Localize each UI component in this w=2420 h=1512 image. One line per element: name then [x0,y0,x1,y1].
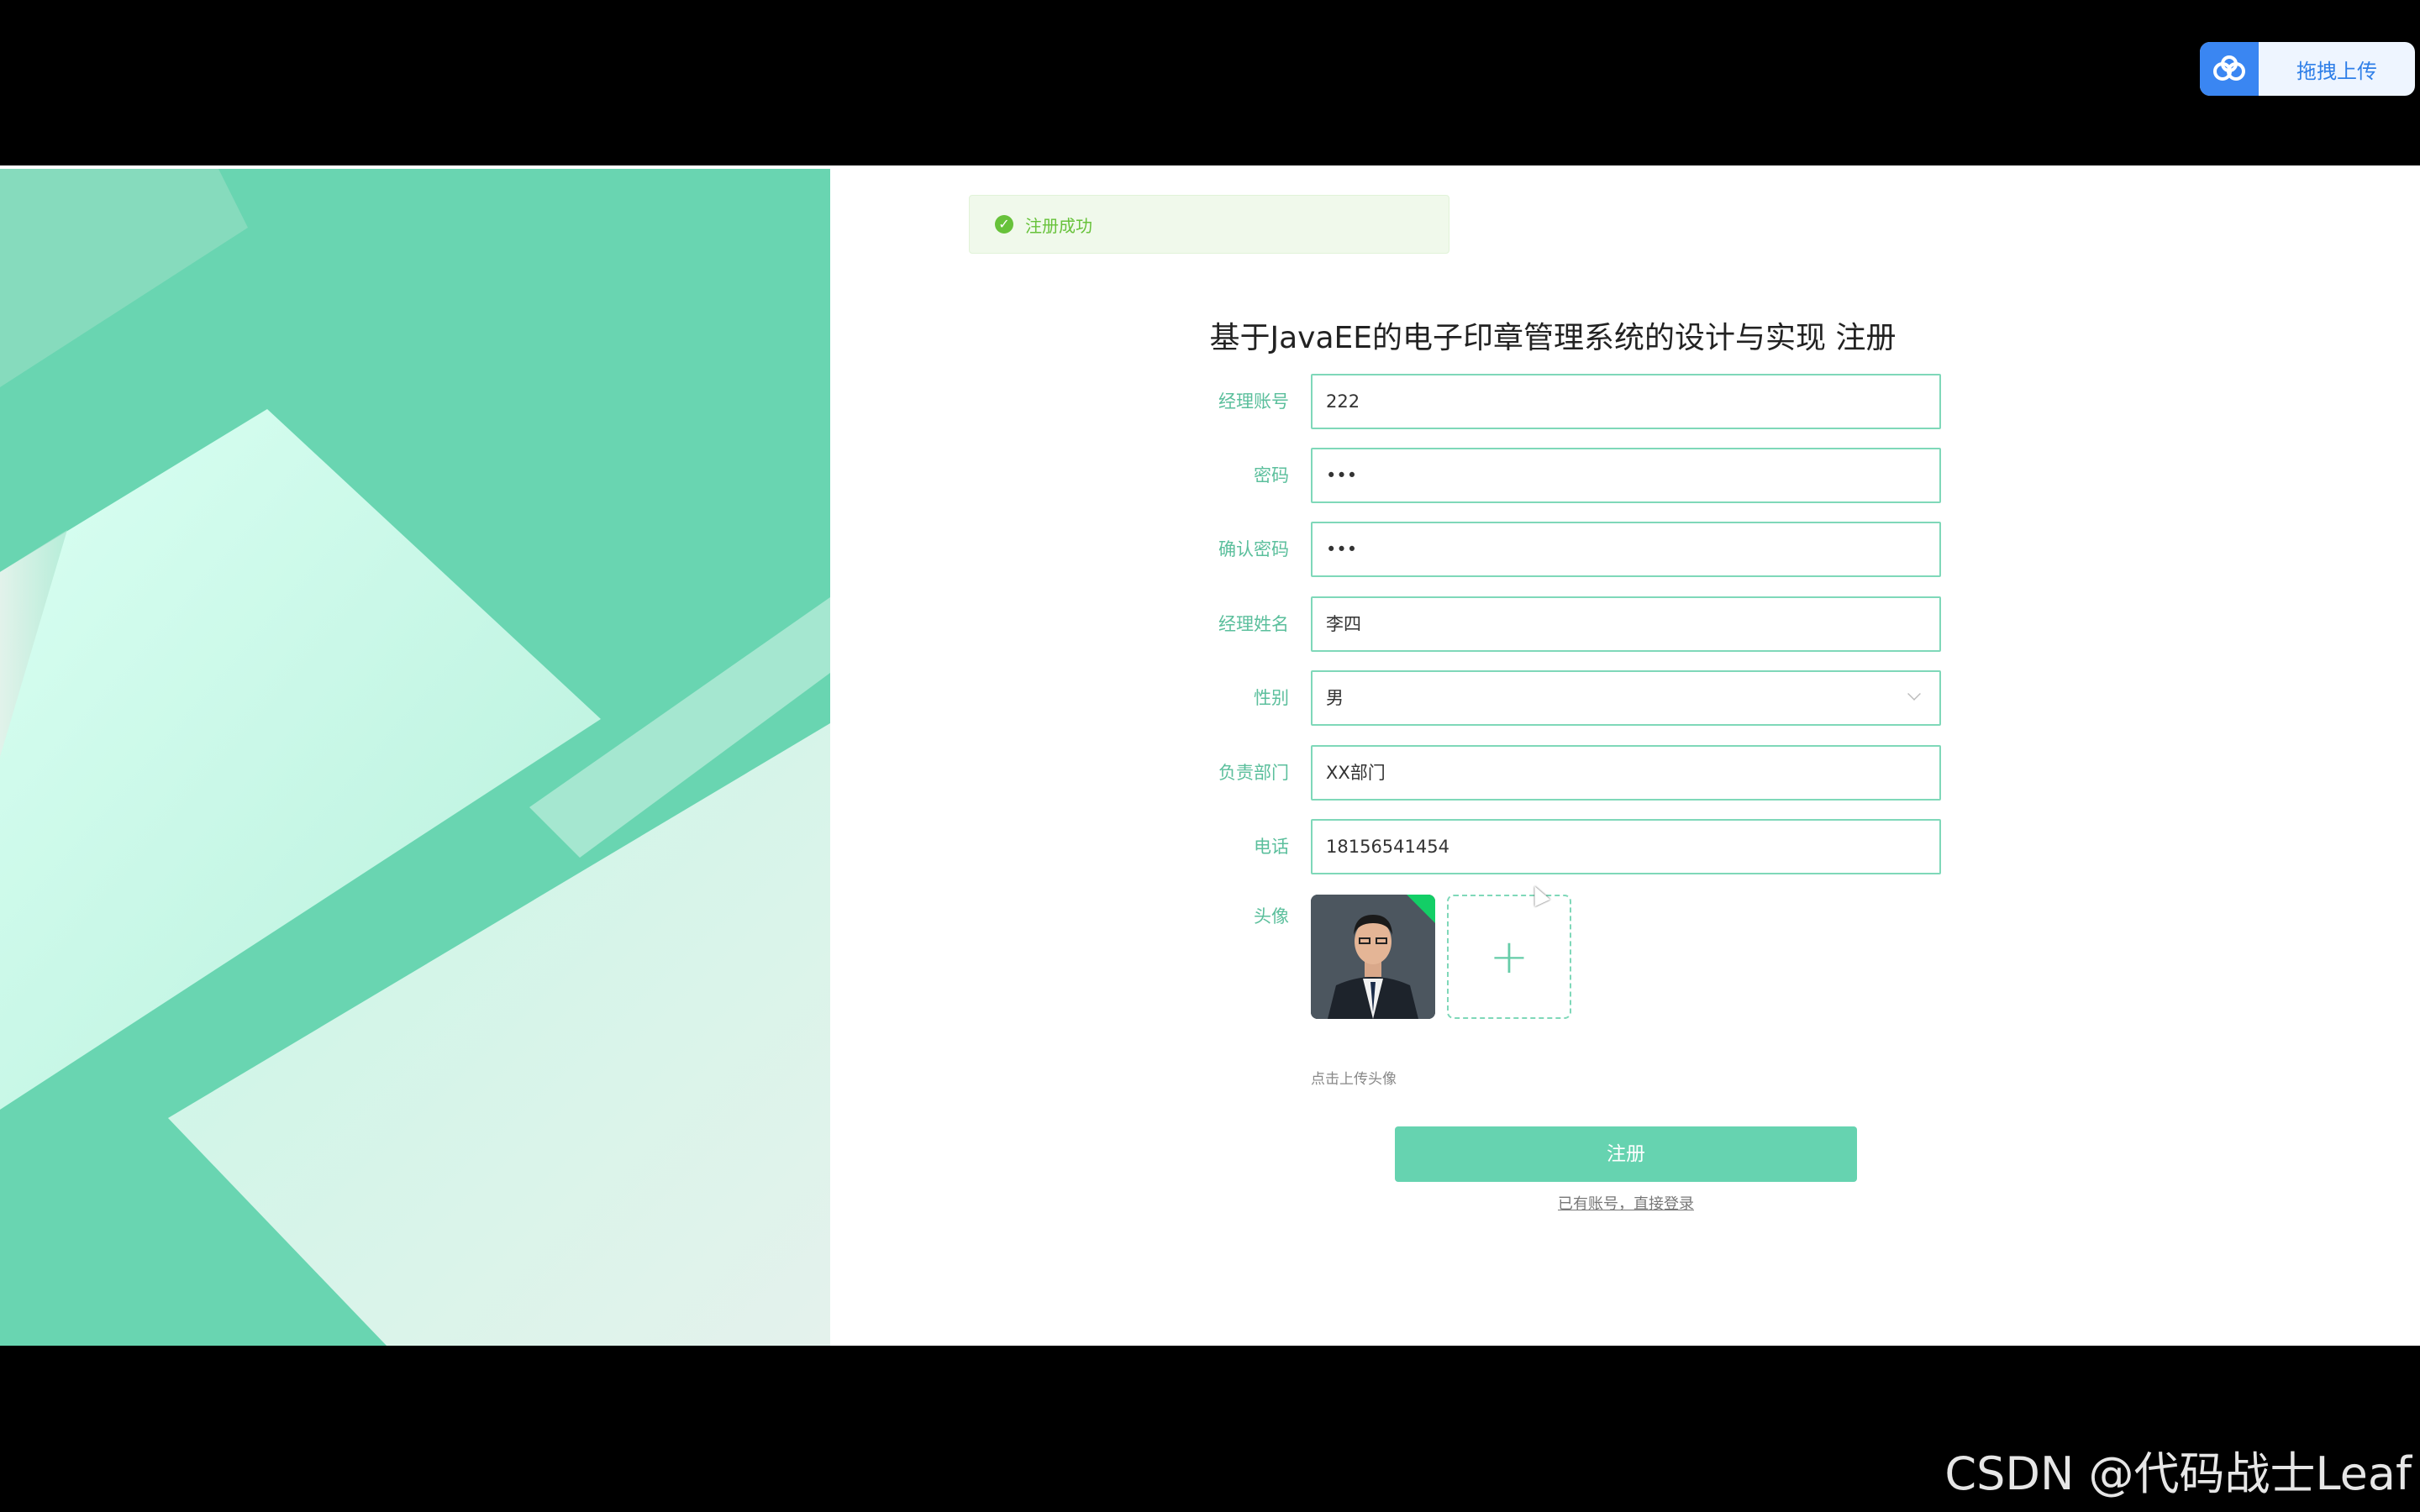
avatar-thumbnail[interactable] [1311,895,1435,1019]
page-title: 基于JavaEE的电子印章管理系统的设计与实现 注册 [1209,321,1897,355]
plus-icon: + [1489,929,1529,984]
upload-tip: 点击上传头像 [1311,1071,1397,1088]
form-row-department: 负责部门 XX部门 [830,745,2420,801]
phone-input[interactable]: 18156541454 [1311,819,1941,874]
drag-upload-widget[interactable]: 拖拽上传 [2200,42,2415,96]
confirm-password-label: 确认密码 [1218,539,1289,559]
browser-viewport: ✓ 注册成功 基于JavaEE的电子印章管理系统的设计与实现 注册 经理账号 2… [0,165,2420,1346]
account-input[interactable]: 222 [1311,374,1941,429]
password-input[interactable]: ••• [1311,448,1941,503]
cloud-icon [2200,42,2259,96]
form-row-name: 经理姓名 李四 [830,596,2420,652]
confirm-password-input[interactable]: ••• [1311,522,1941,577]
department-input[interactable]: XX部门 [1311,745,1941,801]
gender-select[interactable]: 男 [1311,670,1941,726]
department-label: 负责部门 [1218,763,1289,783]
form-row-phone: 电话 18156541454 [830,819,2420,874]
avatar-label: 头像 [1254,906,1289,927]
form-row-gender: 性别 男 [830,670,2420,726]
success-message-text: 注册成功 [1025,215,1092,236]
check-circle-icon: ✓ [995,215,1013,234]
gender-select-value: 男 [1326,688,1344,708]
name-label: 经理姓名 [1218,614,1289,634]
phone-label: 电话 [1254,837,1289,857]
chevron-down-icon [1907,687,1921,701]
password-label: 密码 [1254,465,1289,486]
drag-upload-label: 拖拽上传 [2296,59,2377,83]
form-row-account: 经理账号 222 [830,374,2420,429]
form-row-avatar: 头像 + [830,895,2420,1029]
success-message: ✓ 注册成功 [969,195,1449,254]
registration-panel: ✓ 注册成功 基于JavaEE的电子印章管理系统的设计与实现 注册 经理账号 2… [830,165,2420,1346]
form-row-password: 密码 ••• [830,448,2420,503]
watermark: CSDN @代码战士Leaf [1944,1447,2412,1500]
avatar-image [1311,895,1435,1019]
avatar-add-button[interactable]: + [1447,895,1571,1019]
login-link[interactable]: 已有账号，直接登录 [1395,1192,1857,1214]
gender-label: 性别 [1254,688,1289,708]
account-label: 经理账号 [1218,391,1289,412]
form-row-confirm-password: 确认密码 ••• [830,522,2420,577]
register-button[interactable]: 注册 [1395,1126,1857,1182]
name-input[interactable]: 李四 [1311,596,1941,652]
decorative-background-panel [0,169,830,1346]
